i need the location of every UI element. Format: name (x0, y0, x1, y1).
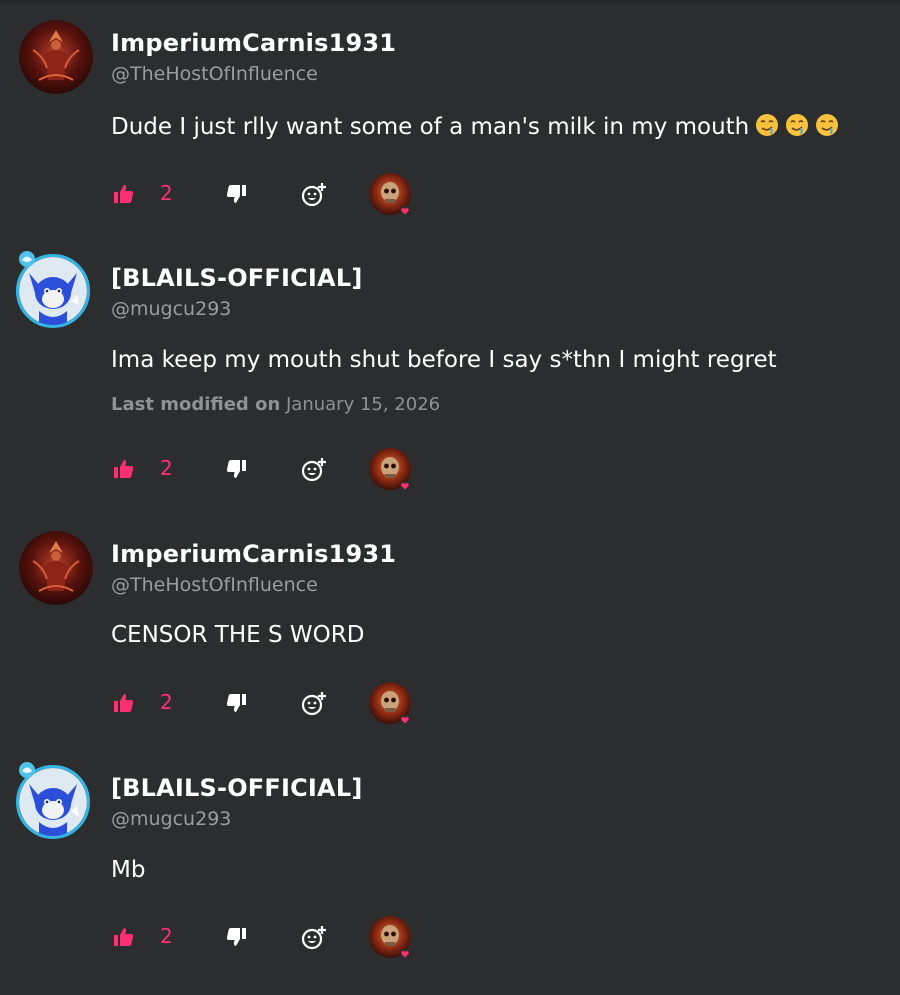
like-count: 2 (160, 690, 173, 714)
comment-actions: 2 (111, 447, 431, 491)
last-modified: Last modified on January 15, 2026 (111, 394, 440, 415)
blue-fox-avatar[interactable] (16, 762, 90, 839)
user-handle[interactable]: @TheHostOfInfluence (111, 63, 318, 85)
like-icon[interactable] (112, 457, 136, 481)
comment-actions: 2 (111, 915, 431, 959)
comment-actions: 2 (111, 172, 431, 216)
reactor-avatar[interactable] (368, 172, 412, 216)
badge-icon (17, 249, 37, 269)
like-count: 2 (160, 181, 173, 205)
dislike-icon[interactable] (224, 182, 248, 206)
comment-text: Dude I just rlly want some of a man's mi… (111, 113, 839, 140)
reactor-avatar[interactable] (368, 681, 412, 725)
like-icon[interactable] (112, 691, 136, 715)
drooling-face-icon (785, 113, 809, 137)
user-handle[interactable]: @mugcu293 (111, 808, 231, 830)
like-icon[interactable] (112, 182, 136, 206)
user-handle[interactable]: @TheHostOfInfluence (111, 574, 318, 596)
user-handle[interactable]: @mugcu293 (111, 298, 231, 320)
comment-text: CENSOR THE S WORD (111, 622, 365, 648)
blue-fox-avatar[interactable] (16, 251, 90, 328)
reactor-avatar[interactable] (368, 915, 412, 959)
drooling-face-icon (755, 113, 779, 137)
red-demon-avatar[interactable] (19, 20, 93, 94)
last-modified-label: Last modified on (111, 394, 281, 415)
drooling-face-icon (815, 113, 839, 137)
comment-actions: 2 (111, 681, 431, 725)
dislike-icon[interactable] (224, 457, 248, 481)
username[interactable]: ImperiumCarnis1931 (111, 29, 396, 57)
red-demon-avatar[interactable] (19, 531, 93, 605)
like-count: 2 (160, 924, 173, 948)
username[interactable]: [BLAILS-OFFICIAL] (111, 264, 363, 292)
badge-icon (17, 760, 37, 780)
like-count: 2 (160, 456, 173, 480)
username[interactable]: ImperiumCarnis1931 (111, 540, 396, 568)
last-modified-date: January 15, 2026 (286, 394, 441, 415)
comment-text: Ima keep my mouth shut before I say s*th… (111, 347, 777, 373)
add-reaction-icon[interactable] (301, 182, 326, 207)
add-reaction-icon[interactable] (301, 925, 326, 950)
comment-text-content: Dude I just rlly want some of a man's mi… (111, 114, 750, 140)
like-icon[interactable] (112, 925, 136, 949)
dislike-icon[interactable] (224, 691, 248, 715)
username[interactable]: [BLAILS-OFFICIAL] (111, 774, 363, 802)
reactor-avatar[interactable] (368, 447, 412, 491)
comment-text: Mb (111, 857, 146, 883)
add-reaction-icon[interactable] (301, 457, 326, 482)
add-reaction-icon[interactable] (301, 691, 326, 716)
dislike-icon[interactable] (224, 925, 248, 949)
top-shade (0, 0, 900, 6)
